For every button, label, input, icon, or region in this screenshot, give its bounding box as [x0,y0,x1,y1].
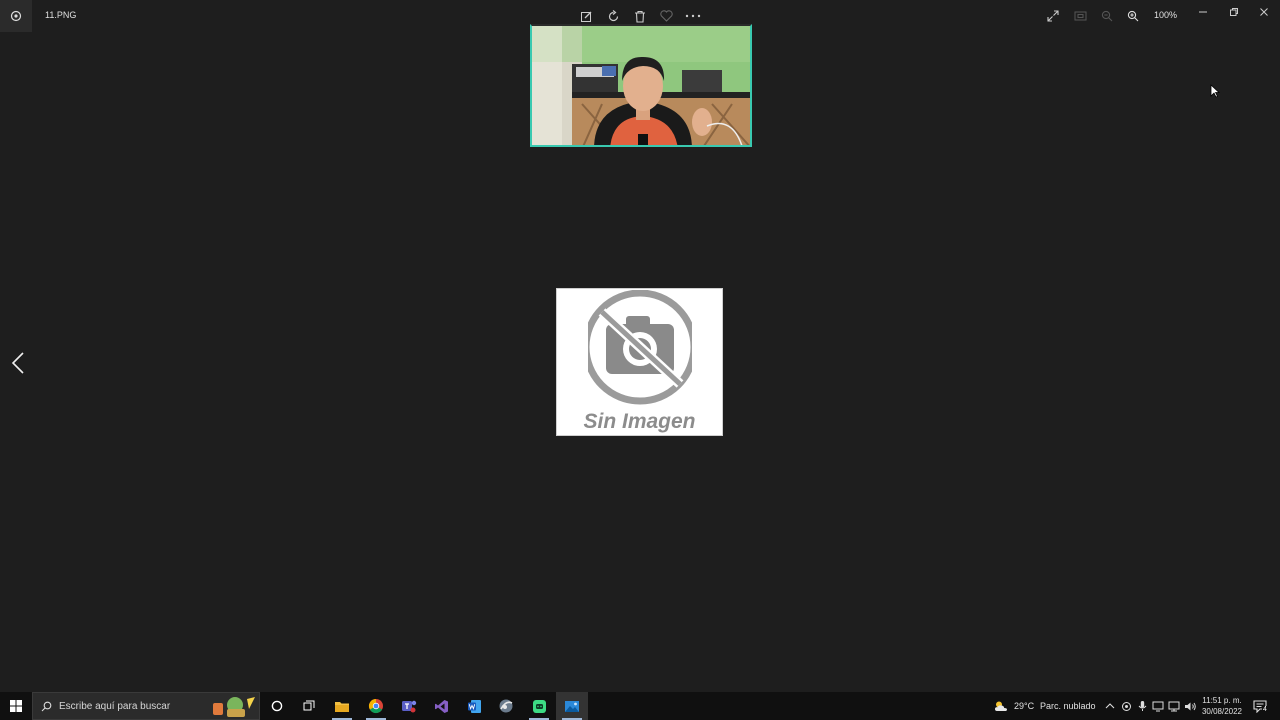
display-icon[interactable] [1151,699,1165,713]
clock-time: 11:51 p. m. [1202,696,1242,705]
file-name: 11.PNG [45,10,77,20]
minimize-icon[interactable] [1192,4,1214,20]
android-studio-icon [532,699,546,713]
search-icon [41,701,52,712]
cortana-button[interactable] [261,692,293,720]
visual-studio-icon [434,699,448,713]
photos-app-icon[interactable] [0,0,32,32]
file-explorer-button[interactable] [326,692,358,720]
meet-now-icon[interactable] [1119,699,1133,713]
browser-button[interactable] [490,692,522,720]
teams-button[interactable] [393,692,425,720]
mouse-cursor-icon [1210,84,1221,103]
zoom-in-icon[interactable] [1125,8,1141,24]
close-icon[interactable] [1253,4,1275,20]
chrome-button[interactable] [360,692,392,720]
word-button[interactable] [458,692,490,720]
zoom-out-icon[interactable] [1099,8,1115,24]
taskbar-clock[interactable]: 11:51 p. m. 30/08/2022 [1198,695,1246,717]
windows-icon [10,700,22,712]
search-placeholder: Escribe aquí para buscar [59,701,171,712]
word-icon [467,699,481,713]
cortana-icon [271,700,283,712]
file-explorer-icon [335,701,349,712]
no-camera-icon [588,290,692,405]
favorite-icon[interactable] [658,8,674,24]
notification-count: 4 [1262,706,1268,714]
displayed-image: Sin Imagen [556,288,723,436]
previous-image-button[interactable] [8,350,28,376]
delete-icon[interactable] [632,8,648,24]
volume-icon[interactable] [1183,699,1197,713]
task-view-button[interactable] [293,692,325,720]
webcam-overlay [530,24,752,147]
taskbar-search-box[interactable]: Escribe aquí para buscar [32,692,260,720]
teams-icon [402,700,417,713]
weather-temperature[interactable]: 29°C [1014,701,1034,711]
show-hidden-icons-icon[interactable] [1103,699,1117,713]
microphone-icon[interactable] [1135,699,1149,713]
android-studio-button[interactable] [523,692,555,720]
taskbar: Escribe aquí para buscar 29°C Parc. nubl… [0,692,1280,720]
rotate-icon[interactable] [605,8,621,24]
zoom-level[interactable]: 100% [1154,10,1177,20]
more-icon[interactable] [685,8,701,24]
search-highlight-icon [213,697,255,717]
placeholder-label: Sin Imagen [583,410,696,433]
weather-condition[interactable]: Parc. nublado [1040,701,1096,711]
photos-icon [565,700,579,712]
clock-date: 30/08/2022 [1201,707,1243,716]
network-icon[interactable] [1167,699,1181,713]
visual-studio-button[interactable] [425,692,457,720]
fit-icon[interactable] [1072,8,1088,24]
task-view-icon [303,700,314,711]
fullscreen-icon[interactable] [1045,8,1061,24]
edit-icon[interactable] [578,8,594,24]
start-button[interactable] [0,692,32,720]
restore-icon[interactable] [1223,4,1245,20]
browser-icon [499,699,513,713]
notification-center-icon[interactable]: 4 [1252,699,1268,714]
photos-button[interactable] [556,692,588,720]
weather-icon[interactable] [994,699,1008,713]
chrome-icon [368,698,383,714]
